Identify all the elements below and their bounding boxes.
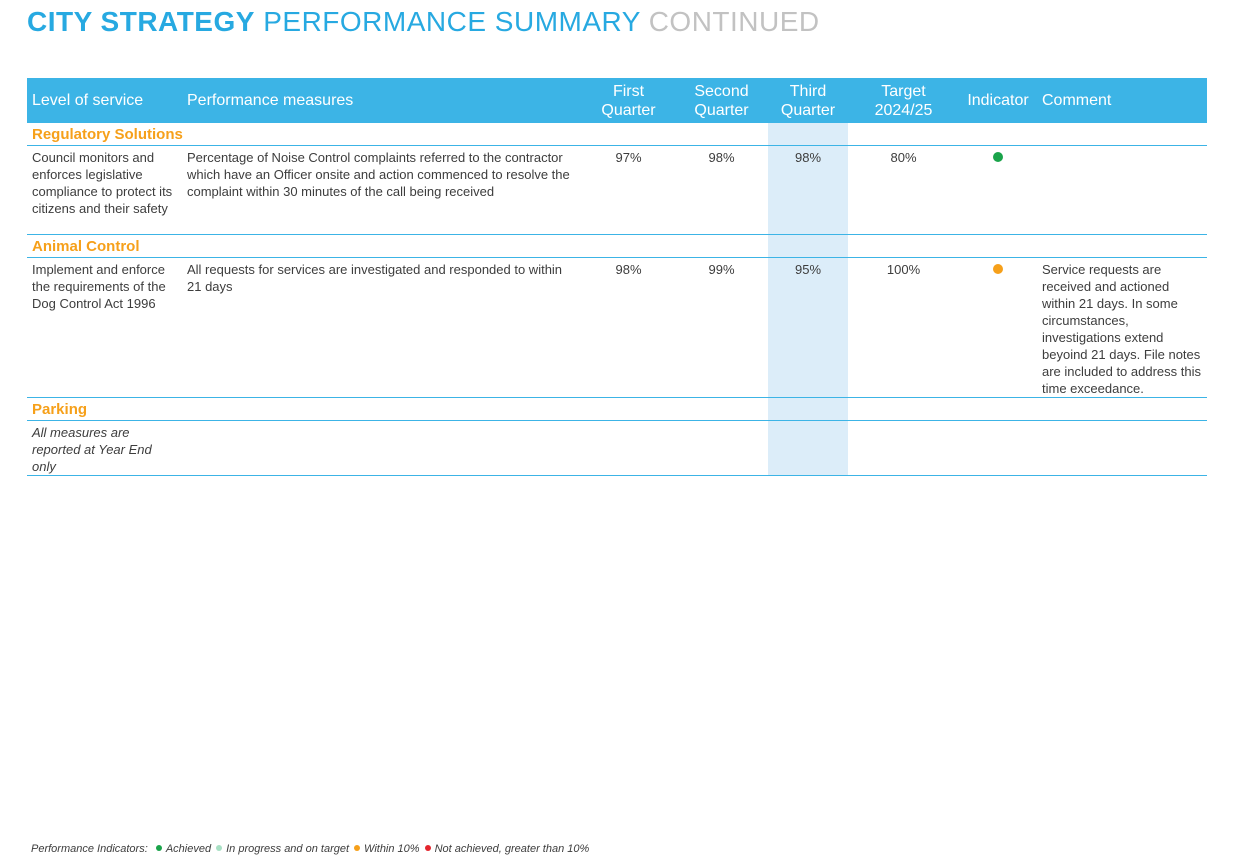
cell-q2: [675, 420, 768, 476]
cell-q3: 98%: [768, 145, 848, 235]
cell-target: 100%: [848, 257, 959, 398]
legend-dot-icon: [155, 845, 162, 851]
legend-label: Performance Indicators:: [31, 843, 148, 855]
section-row: Parking: [27, 397, 1207, 421]
section-title: Parking: [27, 397, 182, 421]
legend-dot-icon: [424, 845, 431, 851]
cell-measure: Percentage of Noise Control complaints r…: [182, 145, 582, 235]
performance-table: Level of service Performance measures Fi…: [27, 78, 1207, 476]
performance-indicators-legend: Performance Indicators: Achieved In progr…: [31, 843, 589, 855]
cell-target: [848, 420, 959, 476]
cell-q2: 99%: [675, 257, 768, 398]
section-cell: [768, 234, 848, 258]
indicator-cell: [959, 420, 1037, 476]
cell-target: 80%: [848, 145, 959, 235]
col-header-indicator: Indicator: [959, 78, 1037, 123]
section-cell: [675, 234, 768, 258]
table-row: Implement and enforce the requirements o…: [27, 257, 1207, 398]
section-cell: [675, 397, 768, 421]
col-header-target: Target 2024/25: [848, 78, 959, 123]
cell-comment: Service requests are received and action…: [1037, 257, 1207, 398]
cell-q2: 98%: [675, 145, 768, 235]
cell-q1: 98%: [582, 257, 675, 398]
col-header-measures: Performance measures: [182, 78, 582, 123]
cell-level: All measures are reported at Year End on…: [27, 420, 182, 476]
page-title-part3: CONTINUED: [648, 6, 820, 37]
section-cell: [1037, 234, 1207, 258]
col-header-q2: Second Quarter: [675, 78, 768, 123]
section-cell: [182, 123, 582, 146]
section-title: Animal Control: [27, 234, 182, 258]
legend-item-label: Not achieved, greater than 10%: [434, 843, 590, 855]
section-cell: [959, 234, 1037, 258]
legend-item-label: Within 10%: [364, 843, 420, 855]
indicator-cell: [959, 257, 1037, 398]
legend-item-label: In progress and on target: [226, 843, 350, 855]
section-cell: [1037, 397, 1207, 421]
performance-table-container: Level of service Performance measures Fi…: [27, 78, 1207, 476]
cell-comment: [1037, 420, 1207, 476]
section-cell: [959, 397, 1037, 421]
section-cell: [959, 123, 1037, 146]
legend-item: In progress and on target: [216, 843, 349, 855]
cell-q1: [582, 420, 675, 476]
section-row: Animal Control: [27, 234, 1207, 258]
section-cell: [582, 397, 675, 421]
section-cell: [582, 234, 675, 258]
cell-measure: All requests for services are investigat…: [182, 257, 582, 398]
cell-comment: [1037, 145, 1207, 235]
indicator-cell: [959, 145, 1037, 235]
section-cell: [848, 397, 959, 421]
cell-level: Implement and enforce the requirements o…: [27, 257, 182, 398]
legend-item: Not achieved, greater than 10%: [424, 843, 590, 855]
col-header-level: Level of service: [27, 78, 182, 123]
table-body: Regulatory Solutions Council monitors and…: [27, 123, 1207, 476]
page-title-part1: CITY STRATEGY: [27, 6, 255, 37]
section-cell: [768, 397, 848, 421]
table-header-row: Level of service Performance measures Fi…: [27, 78, 1207, 123]
section-cell: [848, 234, 959, 258]
cell-q3: [768, 420, 848, 476]
section-cell: [848, 123, 959, 146]
section-title: Regulatory Solutions: [27, 123, 183, 146]
section-cell: [768, 123, 848, 146]
legend-item-label: Achieved: [165, 843, 212, 855]
legend-dot-icon: [216, 845, 223, 851]
cell-level: Council monitors and enforces legislativ…: [27, 145, 182, 235]
section-cell: [675, 123, 768, 146]
cell-measure: [182, 420, 582, 476]
col-header-q3: Third Quarter: [768, 78, 848, 123]
legend-dot-icon: [354, 845, 361, 851]
page-title: CITY STRATEGY PERFORMANCE SUMMARY CONTIN…: [27, 6, 820, 38]
table-row: All measures are reported at Year End on…: [27, 420, 1207, 476]
section-cell: [182, 234, 582, 258]
legend-item: Achieved: [155, 843, 212, 855]
col-header-q1: First Quarter: [582, 78, 675, 123]
section-cell: [582, 123, 675, 146]
table-row: Council monitors and enforces legislativ…: [27, 145, 1207, 235]
status-dot-icon: [993, 152, 1003, 162]
section-cell: [182, 397, 582, 421]
col-header-comment: Comment: [1037, 78, 1207, 123]
cell-q3: 95%: [768, 257, 848, 398]
legend-items: Achieved In progress and on target Within …: [151, 843, 589, 855]
section-row: Regulatory Solutions: [27, 123, 1207, 146]
cell-q1: 97%: [582, 145, 675, 235]
status-dot-icon: [993, 264, 1003, 274]
legend-item: Within 10%: [354, 843, 420, 855]
page-title-part2: PERFORMANCE SUMMARY: [263, 6, 641, 37]
section-cell: [1037, 123, 1207, 146]
